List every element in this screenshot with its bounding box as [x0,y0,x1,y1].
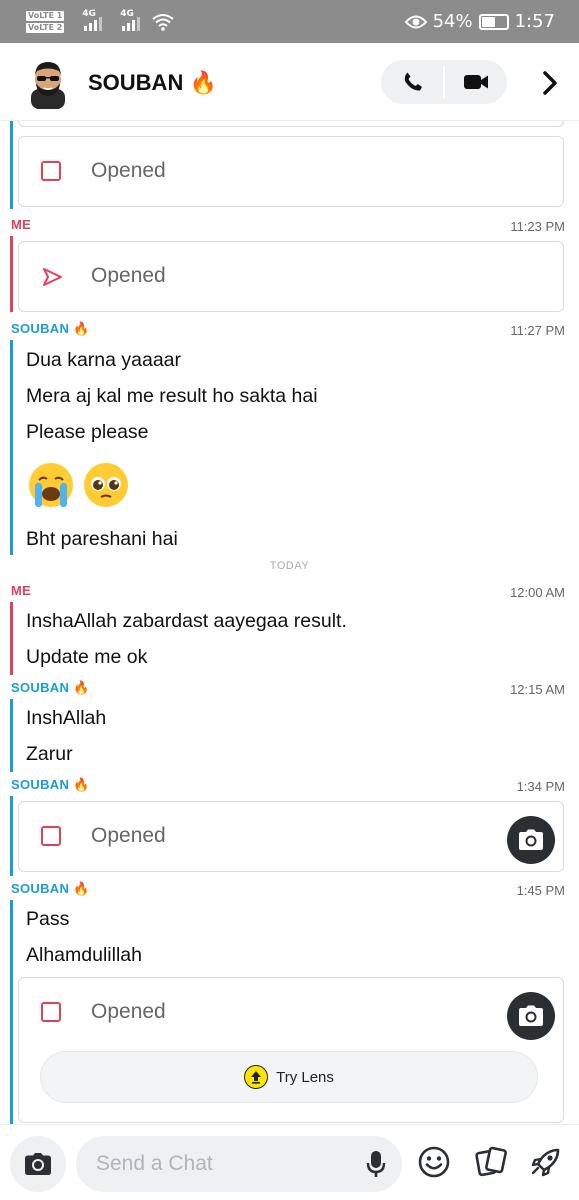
chat-message[interactable]: InshaAllah zabardast aayegaa result. [26,610,347,633]
received-snap-icon [41,1002,63,1024]
stickers-icon[interactable] [473,1144,509,1180]
sender-label: ME [11,217,32,232]
received-snap-icon [41,161,63,183]
message-time: 1:45 PM [516,883,565,898]
sender-label: SOUBAN 🔥 [11,777,90,792]
message-time: 12:15 AM [510,682,565,697]
date-divider: TODAY [269,560,310,572]
chat-message[interactable]: Mera aj kal me result ho sakta hai [26,385,318,408]
composer-bar [0,1124,579,1200]
snap-status: Opened [91,159,166,182]
status-time: 1:57 [514,11,555,32]
snap-card[interactable] [18,121,564,127]
message-time: 12:00 AM [510,585,565,600]
phone-icon [404,72,422,91]
wifi-icon [152,13,174,31]
video-icon [463,75,488,89]
message-bar [10,121,13,209]
sender-label: SOUBAN 🔥 [11,881,90,896]
chat-message[interactable]: Dua karna yaaaar [26,349,181,372]
chat-header: SOUBAN 🔥 [0,43,579,121]
message-time: 1:34 PM [516,779,565,794]
try-lens-button[interactable]: Try Lens [40,1051,538,1103]
chat-message[interactable]: Update me ok [26,646,147,669]
rocket-icon[interactable] [528,1144,564,1180]
chat-message[interactable]: Zarur [26,743,73,766]
sender-label: ME [11,583,32,598]
volte-1: VoLTE 1 [26,10,65,21]
save-snap-camera-button[interactable] [507,992,555,1040]
chat-input[interactable] [96,1136,346,1192]
mic-icon[interactable] [366,1150,386,1178]
sender-label: SOUBAN 🔥 [11,321,90,336]
chat-thread[interactable]: Opened ME 11:23 PM Opened SOUBAN 🔥 11:27… [0,121,579,1124]
battery-percent: 54% [432,11,473,32]
volte-2: VoLTE 2 [26,22,65,33]
chat-message[interactable]: Alhamdulillah [26,944,142,967]
chat-message[interactable]: Bht pareshani hai [26,528,178,551]
camera-button[interactable] [10,1136,66,1192]
message-bar [10,236,13,312]
snap-status: Opened [91,264,166,287]
message-bar [10,602,13,675]
snap-status: Opened [91,824,166,847]
bitmoji-avatar-icon [31,62,65,109]
snap-card[interactable]: Opened [18,801,564,872]
chat-message[interactable]: InshAllah [26,707,106,730]
status-bar: VoLTE 1 VoLTE 2 4G 4G 54% 1:57 [0,0,579,43]
contact-name[interactable]: SOUBAN 🔥 [88,70,217,96]
save-snap-camera-button[interactable] [507,816,555,864]
video-call-button[interactable] [444,60,507,104]
snap-status: Opened [91,1000,166,1023]
message-time: 11:27 PM [510,323,565,338]
signal-2-icon: 4G [120,9,141,31]
message-time: 11:23 PM [510,219,565,234]
crying-face-emoji-icon[interactable] [27,461,75,509]
camera-icon [25,1153,51,1175]
lens-upload-icon [244,1065,269,1089]
sender-label: SOUBAN 🔥 [11,680,90,695]
voice-call-button[interactable] [381,60,444,104]
eye-icon [404,15,427,28]
message-bar [10,900,13,1124]
call-buttons [381,60,507,104]
call-separator [443,66,445,98]
snap-card[interactable]: Opened [18,241,564,312]
signal-1-icon: 4G [82,9,103,31]
volte-badges: VoLTE 1 VoLTE 2 [26,10,65,33]
try-lens-label: Try Lens [276,1068,334,1086]
pleading-face-emoji-icon[interactable] [82,461,130,509]
message-bar [10,340,13,555]
status-left: VoLTE 1 VoLTE 2 4G 4G [26,9,174,33]
chat-message[interactable]: Pass [26,908,69,931]
sent-snap-icon [43,268,62,286]
message-bar [10,796,13,876]
smiley-icon[interactable] [416,1144,452,1180]
battery-icon [478,13,509,30]
chevron-right-icon[interactable] [536,67,564,99]
camera-icon [519,829,543,850]
chat-input-container [76,1136,402,1192]
camera-icon [519,1005,543,1026]
snap-card[interactable]: Opened [18,136,564,207]
status-right: 54% 1:57 [404,11,555,32]
avatar[interactable] [22,57,74,109]
message-bar [10,699,13,772]
received-snap-icon [41,826,63,848]
chat-message[interactable]: Please please [26,421,149,444]
